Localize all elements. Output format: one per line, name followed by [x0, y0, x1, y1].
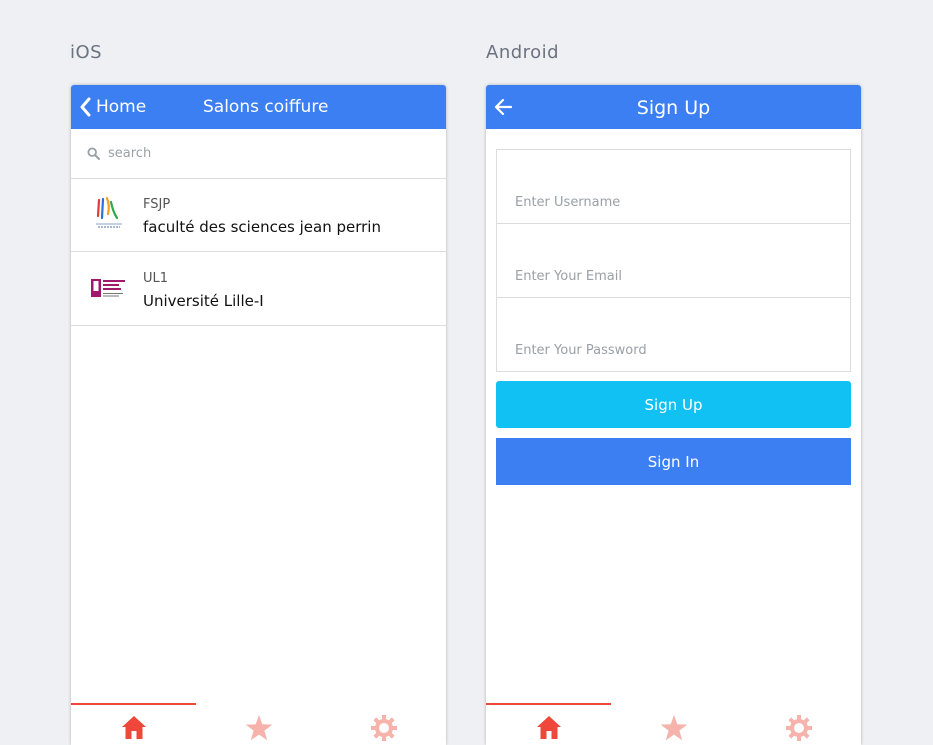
password-field[interactable] [513, 342, 837, 359]
ios-header: Home Salons coiffure [71, 85, 446, 129]
chevron-left-icon [80, 97, 91, 117]
star-icon [660, 715, 687, 741]
active-tab-indicator [71, 703, 196, 705]
list-item[interactable]: FSJP faculté des sciences jean perrin [71, 178, 446, 252]
arrow-left-icon[interactable] [492, 95, 516, 119]
android-phone-screen: Sign Up Sign Up Sign In [486, 85, 861, 745]
item-subtitle: FSJP [143, 197, 171, 212]
universite-lille-logo [91, 279, 125, 297]
signup-button[interactable]: Sign Up [496, 381, 851, 428]
tab-favorites[interactable] [611, 715, 736, 745]
item-title: Université Lille-I [143, 292, 264, 310]
email-field[interactable] [513, 268, 837, 285]
tab-home[interactable] [71, 715, 196, 745]
search-bar [71, 129, 446, 179]
tab-bar [486, 703, 861, 745]
tab-favorites[interactable] [196, 715, 321, 745]
email-field-wrapper [497, 224, 850, 298]
password-field-wrapper [497, 298, 850, 371]
search-input[interactable] [106, 145, 410, 162]
list-item[interactable]: UL1 Université Lille-I [71, 252, 446, 326]
android-header: Sign Up [486, 85, 861, 129]
home-icon [121, 716, 146, 739]
item-title: faculté des sciences jean perrin [143, 218, 381, 236]
ios-phone-screen: Home Salons coiffure FSJP faculté des sc… [71, 85, 446, 745]
active-tab-indicator [486, 703, 611, 705]
tab-settings[interactable] [736, 715, 861, 745]
page-title: Salons coiffure [203, 97, 329, 117]
signup-form [496, 149, 851, 372]
username-field[interactable] [513, 194, 837, 211]
tab-settings[interactable] [321, 715, 446, 745]
signin-button[interactable]: Sign In [496, 438, 851, 485]
page-title: Sign Up [636, 97, 711, 119]
home-icon [536, 716, 561, 739]
search-icon [87, 147, 100, 160]
tab-bar [71, 703, 446, 745]
ios-label: iOS [70, 42, 103, 63]
fsjp-logo [96, 196, 122, 228]
back-label: Home [96, 97, 147, 117]
item-subtitle: UL1 [143, 271, 169, 286]
back-button[interactable]: Home [79, 85, 146, 129]
tab-home[interactable] [486, 715, 611, 745]
gear-icon [370, 715, 397, 741]
gear-icon [785, 715, 812, 741]
android-label: Android [486, 42, 560, 63]
username-field-wrapper [497, 150, 850, 224]
star-icon [245, 715, 272, 741]
